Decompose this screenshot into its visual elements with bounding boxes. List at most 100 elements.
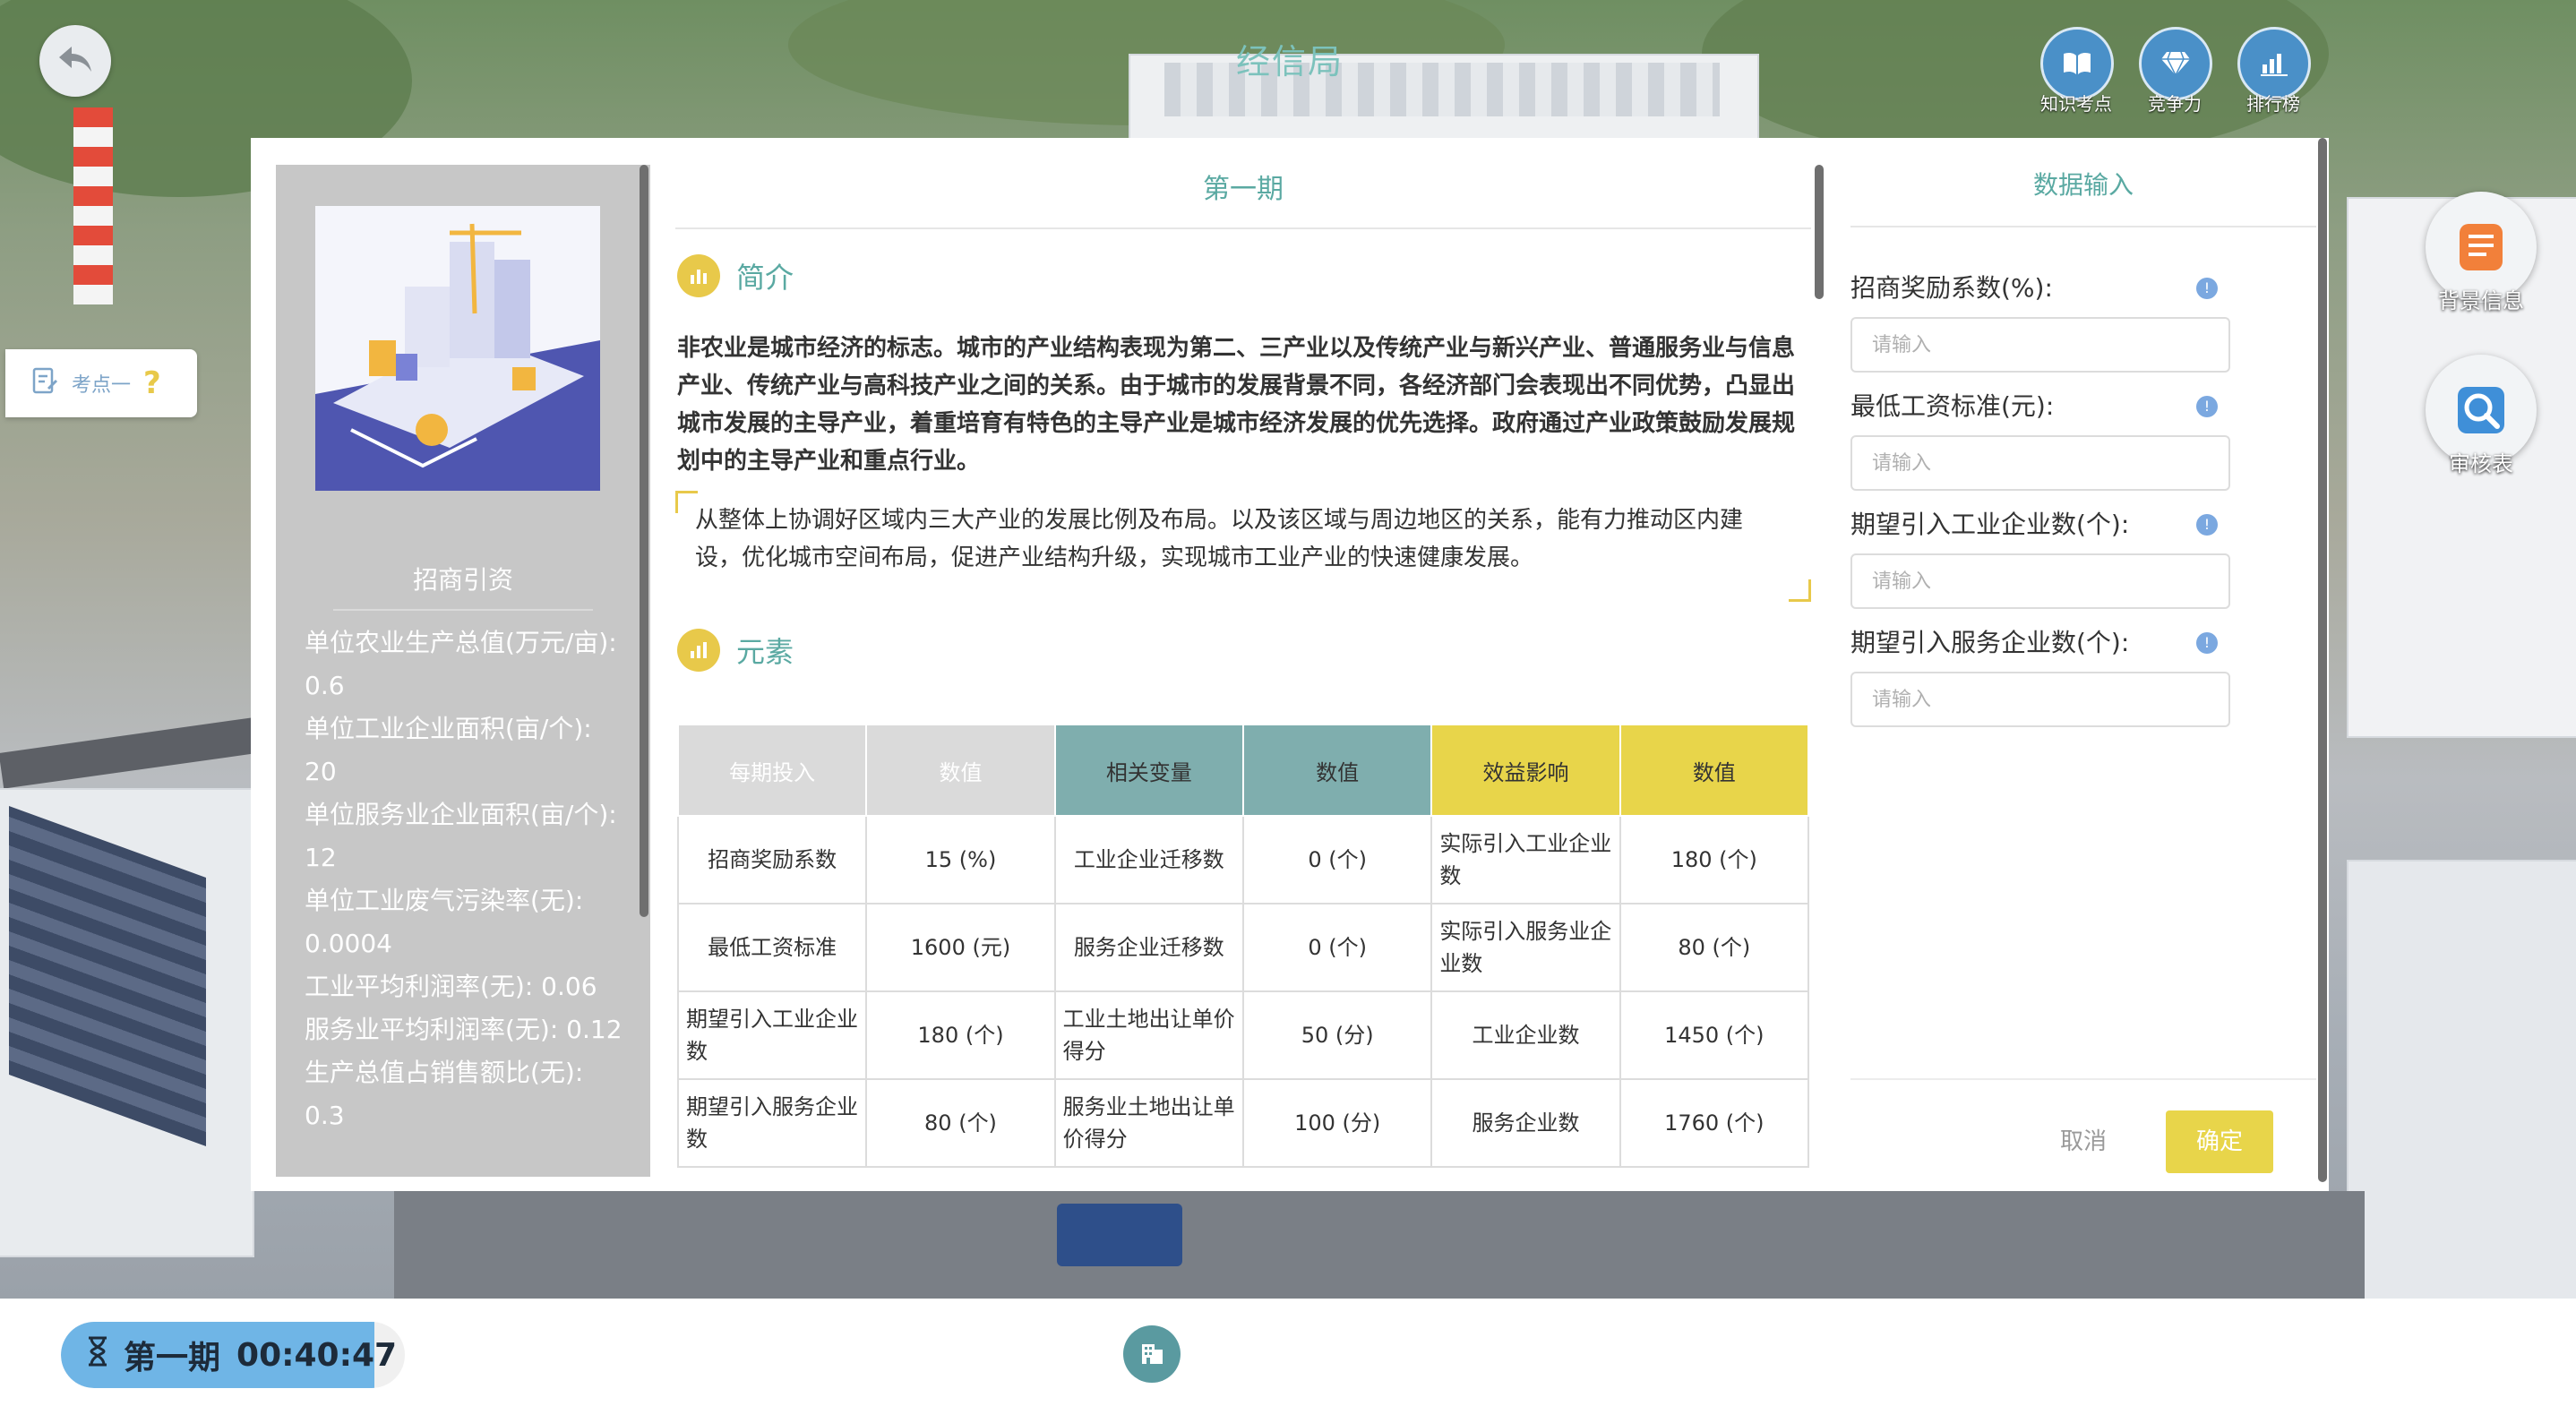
audit-table-label: 审核表 — [2449, 451, 2513, 476]
table-cell: 80 (个) — [1619, 903, 1810, 992]
building-button[interactable] — [1123, 1325, 1181, 1383]
timer-period: 第一期 — [124, 1340, 221, 1376]
table-cell: 期望引入工业企业数 — [676, 990, 868, 1080]
table-cell: 服务业土地出让单价得分 — [1053, 1078, 1244, 1168]
table-cell: 服务企业数 — [1430, 1078, 1621, 1168]
competitiveness-button[interactable]: 竞争力 — [2139, 27, 2212, 116]
table-cell: 180 (个) — [865, 990, 1056, 1080]
info-icon[interactable]: ! — [2196, 278, 2218, 299]
col-header-value-text: 数值 — [1316, 759, 1360, 785]
parameter-item: 生产总值占销售额比(无): 0.3 — [305, 1058, 584, 1130]
left-panel-scrollbar[interactable] — [640, 165, 648, 917]
timer-time: 00:40:47 — [236, 1336, 398, 1374]
ranking-label: 排行榜 — [2246, 93, 2300, 115]
intro-text: 非农业是城市经济的标志。城市的产业结构表现为第二、三产业以及传统产业与新兴产业、… — [677, 335, 1796, 475]
table-cell: 1450 (个) — [1619, 990, 1810, 1080]
intro-heading: 简介 — [736, 261, 794, 295]
background-info-label: 背景信息 — [2438, 288, 2524, 313]
divider — [1850, 1078, 2316, 1080]
info-icon[interactable]: ! — [2196, 396, 2218, 417]
confirm-button[interactable]: 确定 — [2166, 1110, 2273, 1173]
table-cell: 招商奖励系数 — [676, 815, 868, 904]
col-header-value: 数值 — [1241, 724, 1433, 817]
cancel-button[interactable]: 取消 — [2030, 1110, 2137, 1173]
table-row: 期望引入工业企业数 180 (个) 工业土地出让单价得分 50 (分) 工业企业… — [676, 990, 1810, 1080]
warehouse-right — [2347, 860, 2576, 1299]
table-cell: 工业企业迁移数 — [1053, 815, 1244, 904]
page-title: 经信局 — [1235, 42, 1344, 81]
parameter-item: 单位工业废气污染率(无): 0.0004 — [305, 886, 584, 958]
field-label: 期望引入工业企业数(个): — [1850, 510, 2130, 539]
question-icon[interactable]: ? — [143, 365, 161, 401]
table-cell: 100 (分) — [1241, 1078, 1433, 1168]
table-cell: 期望引入服务企业数 — [676, 1078, 868, 1168]
table-cell: 1760 (个) — [1619, 1078, 1810, 1168]
minimum-wage-input[interactable] — [1850, 435, 2230, 491]
col-header-value-text: 数值 — [1692, 759, 1736, 785]
competitiveness-label: 竞争力 — [2148, 93, 2202, 115]
table-cell: 50 (分) — [1241, 990, 1433, 1080]
table-header-row: 每期投入 数值 相关变量 数值 效益影响 数值 — [676, 724, 1810, 817]
knowledge-points-button[interactable]: 知识考点 — [2040, 27, 2114, 116]
parameter-item: 服务业平均利润率(无): 0.12 — [305, 1015, 623, 1044]
lower-road — [394, 1191, 2365, 1299]
parameter-item: 工业平均利润率(无): 0.06 — [305, 972, 597, 1001]
field-label: 招商奖励系数(%): — [1850, 273, 2053, 303]
quote-corner — [1789, 579, 1811, 602]
elements-chart-icon — [677, 629, 720, 672]
center-content: 第一期 简介 非农业是城市经济的标志。城市的产业结构表现为第二、三产业以及传统产… — [675, 165, 1811, 1177]
col-header-impact-text: 效益影响 — [1482, 759, 1569, 785]
table-row: 期望引入服务企业数 80 (个) 服务业土地出让单价得分 100 (分) 服务企… — [676, 1078, 1810, 1168]
expected-service-input[interactable] — [1850, 672, 2230, 727]
center-scrollbar[interactable] — [1815, 165, 1824, 299]
audit-table-button[interactable]: 审核表 — [2424, 355, 2538, 477]
left-panel-title: 招商引资 — [412, 565, 513, 595]
back-button[interactable] — [39, 25, 111, 97]
col-header-related-text: 相关变量 — [1105, 759, 1192, 785]
table-cell: 15 (%) — [865, 815, 1056, 904]
background-info-button[interactable]: 背景信息 — [2424, 192, 2538, 314]
edit-note-icon — [32, 367, 59, 399]
exam-point-label: 考点一 — [72, 374, 132, 397]
knowledge-points-label: 知识考点 — [2040, 93, 2112, 115]
back-arrow-icon — [56, 43, 95, 79]
table-cell: 工业土地出让单价得分 — [1053, 990, 1244, 1080]
elements-section-header: 元素 — [677, 629, 794, 672]
timer-content: 第一期 00:40:47 — [86, 1322, 397, 1388]
ranking-button[interactable]: 排行榜 — [2237, 27, 2311, 116]
parameter-item: 单位工业企业面积(亩/个): 20 — [305, 714, 592, 786]
parameter-item: 单位服务业企业面积(亩/个): 12 — [305, 800, 617, 872]
city-illustration — [315, 206, 600, 491]
parameter-item: 单位农业生产总值(万元/亩): 0.6 — [305, 628, 617, 700]
data-input-panel: 数据输入 招商奖励系数(%): ! 最低工资标准(元): ! 期望引入工业企业数… — [1850, 138, 2329, 1191]
col-header-related: 相关变量 — [1053, 724, 1244, 817]
chimney — [73, 107, 113, 304]
period-title: 第一期 — [675, 165, 1811, 229]
table-row: 招商奖励系数 15 (%) 工业企业迁移数 0 (个) 实际引入工业企业数 18… — [676, 815, 1810, 904]
truck — [1057, 1204, 1182, 1266]
info-icon[interactable]: ! — [2196, 514, 2218, 536]
col-header-value: 数值 — [1619, 724, 1810, 817]
table-cell: 0 (个) — [1241, 815, 1433, 904]
exam-point-tab[interactable]: 考点一 ? — [5, 349, 197, 417]
quote-text: 从整体上协调好区域内三大产业的发展比例及布局。以及该区域与周边地区的关系，能有力… — [695, 507, 1744, 571]
table-cell: 1600 (元) — [865, 903, 1056, 992]
left-info-panel: 招商引资 单位农业生产总值(万元/亩): 0.6 单位工业企业面积(亩/个): … — [276, 165, 650, 1177]
info-icon[interactable]: ! — [2196, 632, 2218, 654]
right-scrollbar[interactable] — [2318, 138, 2327, 1182]
table-row: 最低工资标准 1600 (元) 服务企业迁移数 0 (个) 实际引入服务业企业数… — [676, 903, 1810, 992]
table-cell: 服务企业迁移数 — [1053, 903, 1244, 992]
quote-block: 从整体上协调好区域内三大产业的发展比例及布局。以及该区域与周边地区的关系，能有力… — [675, 491, 1811, 602]
elements-heading: 元素 — [736, 635, 794, 669]
table-cell: 0 (个) — [1241, 903, 1433, 992]
top-toolbar: 知识考点 竞争力 排行榜 — [2040, 27, 2311, 116]
expected-industrial-input[interactable] — [1850, 553, 2230, 609]
period-modal: 招商引资 单位农业生产总值(万元/亩): 0.6 单位工业企业面积(亩/个): … — [251, 138, 2329, 1191]
table-cell: 实际引入服务业企业数 — [1430, 903, 1621, 992]
table-cell: 工业企业数 — [1430, 990, 1621, 1080]
incentive-coefficient-input[interactable] — [1850, 317, 2230, 373]
intro-chart-icon — [677, 254, 720, 297]
elements-table: 每期投入 数值 相关变量 数值 效益影响 数值 招商奖励系数 15 (%) 工业… — [676, 724, 1810, 1168]
col-header-impact: 效益影响 — [1430, 724, 1621, 817]
field-label: 最低工资标准(元): — [1850, 391, 2055, 421]
